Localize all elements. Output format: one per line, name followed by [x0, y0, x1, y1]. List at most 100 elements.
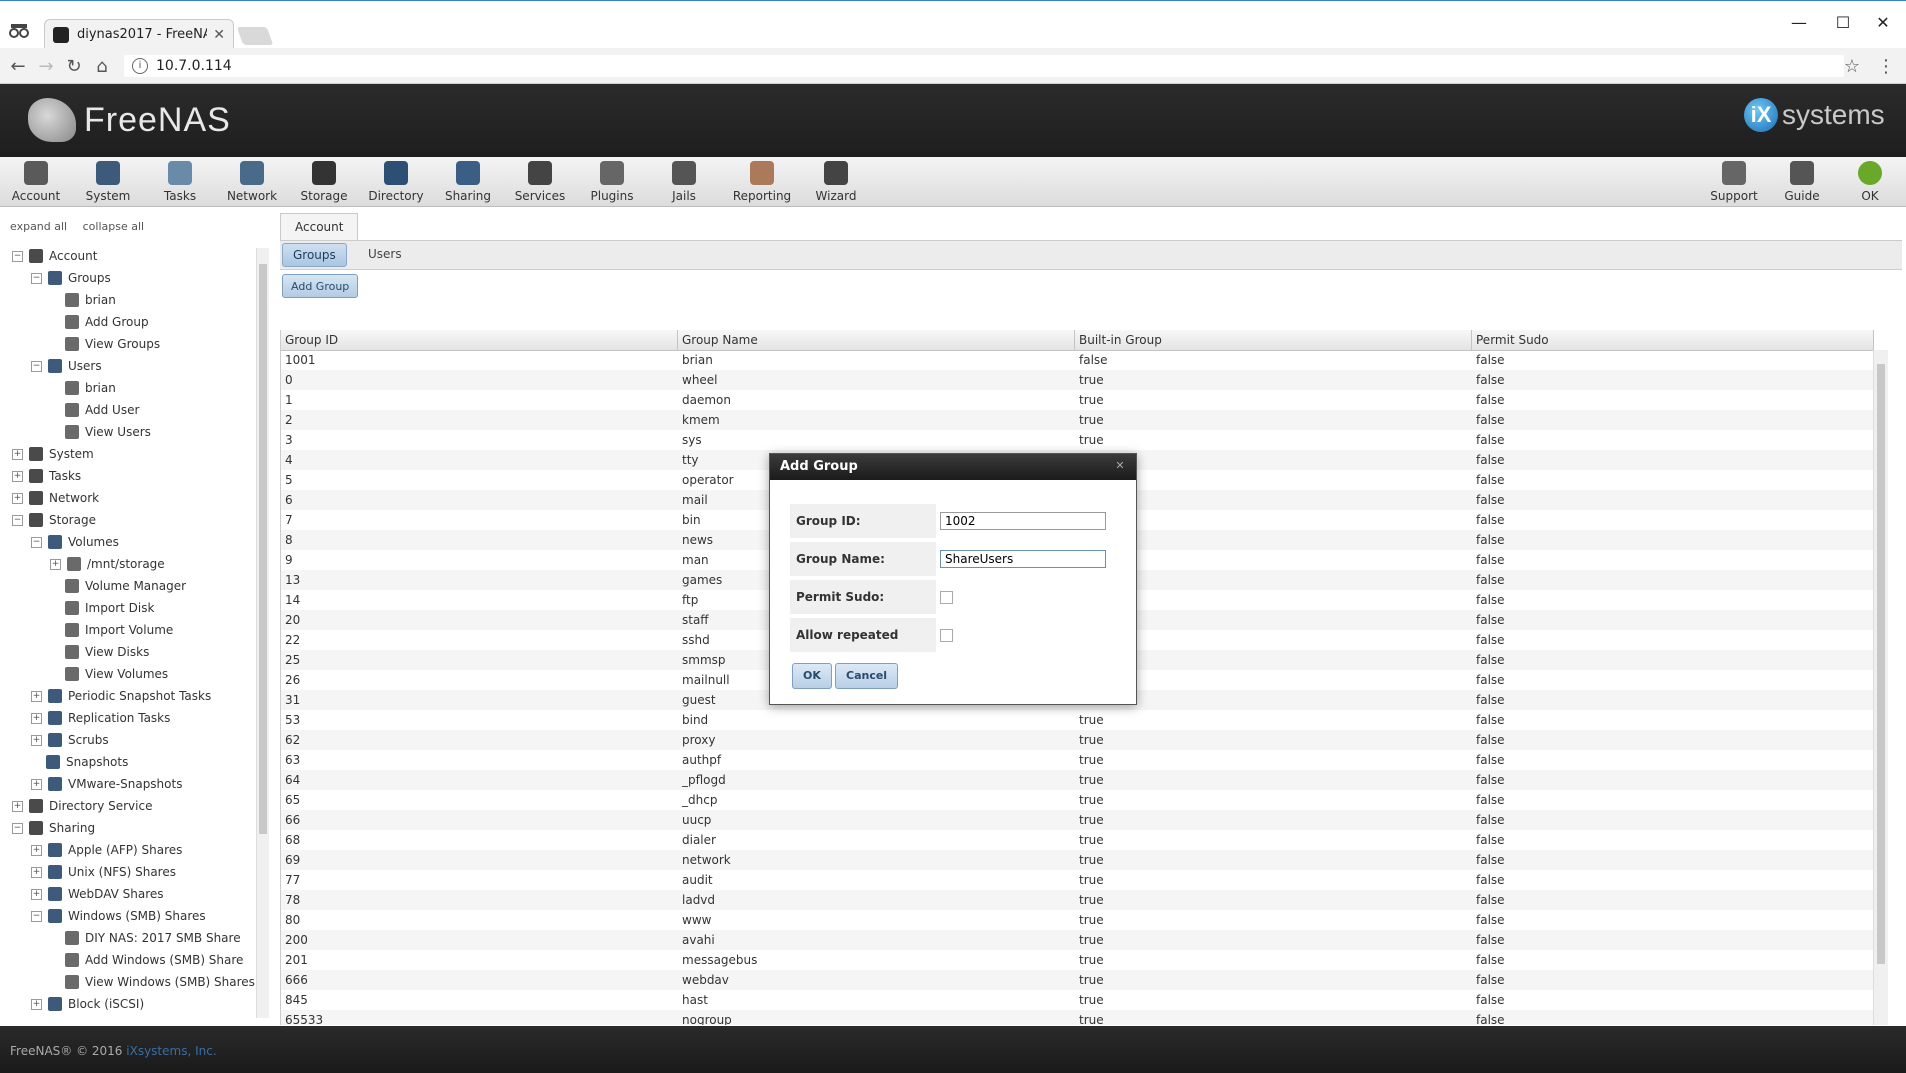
- tree-item-block-iscsi[interactable]: + Block (iSCSI): [31, 993, 144, 1015]
- tree-item-view-windows-smb-shares[interactable]: View Windows (SMB) Shares: [50, 971, 255, 993]
- tree-item-view-volumes[interactable]: View Volumes: [50, 663, 168, 685]
- tree-item-users[interactable]: − Users: [31, 355, 102, 377]
- column-header-permit-sudo[interactable]: Permit Sudo: [1472, 330, 1874, 350]
- ok-button[interactable]: OK: [792, 663, 832, 689]
- collapse-all-link[interactable]: collapse all: [83, 220, 144, 233]
- info-icon[interactable]: i: [132, 58, 148, 74]
- table-row[interactable]: 845 hast true false: [281, 990, 1874, 1010]
- tree-item-scrubs[interactable]: + Scrubs: [31, 729, 109, 751]
- toolbar-reporting-button[interactable]: Reporting: [730, 159, 794, 205]
- tree-item-brian[interactable]: brian: [50, 289, 116, 311]
- tree-item-account[interactable]: − Account: [12, 245, 97, 267]
- table-row[interactable]: 3 sys true false: [281, 430, 1874, 450]
- tree-item-apple-afp-shares[interactable]: + Apple (AFP) Shares: [31, 839, 182, 861]
- table-row[interactable]: 200 avahi true false: [281, 930, 1874, 950]
- expand-icon[interactable]: +: [50, 558, 61, 570]
- tree-item-windows-smb-shares[interactable]: − Windows (SMB) Shares: [31, 905, 206, 927]
- group-id-input[interactable]: [940, 512, 1106, 530]
- cancel-button[interactable]: Cancel: [835, 663, 899, 689]
- expand-icon[interactable]: +: [31, 734, 42, 746]
- bookmark-star-icon[interactable]: ☆: [1838, 52, 1866, 80]
- table-row[interactable]: 62 proxy true false: [281, 730, 1874, 750]
- subtab-users[interactable]: Users: [358, 243, 412, 265]
- table-row[interactable]: 69 network true false: [281, 850, 1874, 870]
- collapse-icon[interactable]: −: [31, 360, 42, 372]
- subtab-groups[interactable]: Groups: [282, 243, 347, 267]
- column-header-group-name[interactable]: Group Name: [678, 330, 1075, 350]
- expand-icon[interactable]: +: [31, 712, 42, 724]
- new-tab-button[interactable]: [236, 27, 274, 45]
- url-field[interactable]: i 10.7.0.114: [124, 55, 1844, 77]
- sidebar-scrollbar[interactable]: [256, 248, 269, 1018]
- toolbar-sharing-button[interactable]: Sharing: [436, 159, 500, 205]
- expand-icon[interactable]: +: [12, 492, 23, 504]
- table-row[interactable]: 65 _dhcp true false: [281, 790, 1874, 810]
- expand-icon[interactable]: +: [12, 470, 23, 482]
- tree-item-directory-service[interactable]: + Directory Service: [12, 795, 152, 817]
- tree-item-network[interactable]: + Network: [12, 487, 99, 509]
- company-link[interactable]: iXsystems, Inc.: [126, 1044, 216, 1058]
- expand-icon[interactable]: +: [31, 866, 42, 878]
- tree-item-view-disks[interactable]: View Disks: [50, 641, 149, 663]
- tree-item-system[interactable]: + System: [12, 443, 94, 465]
- tree-item-add-windows-smb-share[interactable]: Add Windows (SMB) Share: [50, 949, 243, 971]
- tree-item-view-groups[interactable]: View Groups: [50, 333, 160, 355]
- tree-item-import-volume[interactable]: Import Volume: [50, 619, 173, 641]
- toolbar-support-button[interactable]: Support: [1702, 159, 1766, 205]
- collapse-icon[interactable]: −: [31, 272, 42, 284]
- browser-menu-icon[interactable]: ⋮: [1872, 52, 1900, 80]
- table-row[interactable]: 66 uucp true false: [281, 810, 1874, 830]
- tree-item-webdav-shares[interactable]: + WebDAV Shares: [31, 883, 164, 905]
- tree-item-groups[interactable]: − Groups: [31, 267, 111, 289]
- expand-icon[interactable]: +: [12, 800, 23, 812]
- tree-item-view-users[interactable]: View Users: [50, 421, 151, 443]
- collapse-icon[interactable]: −: [12, 822, 23, 834]
- toolbar-storage-button[interactable]: Storage: [292, 159, 356, 205]
- table-row[interactable]: 63 authpf true false: [281, 750, 1874, 770]
- table-scrollbar[interactable]: [1873, 350, 1888, 1025]
- table-row[interactable]: 666 webdav true false: [281, 970, 1874, 990]
- collapse-icon[interactable]: −: [31, 536, 42, 548]
- expand-icon[interactable]: +: [12, 448, 23, 460]
- table-row[interactable]: 2 kmem true false: [281, 410, 1874, 430]
- toolbar-services-button[interactable]: Services: [508, 159, 572, 205]
- forward-icon[interactable]: →: [32, 52, 60, 80]
- toolbar-tasks-button[interactable]: Tasks: [148, 159, 212, 205]
- tree-item-unix-nfs-shares[interactable]: + Unix (NFS) Shares: [31, 861, 176, 883]
- table-row[interactable]: 80 www true false: [281, 910, 1874, 930]
- toolbar-guide-button[interactable]: Guide: [1770, 159, 1834, 205]
- tree-item-replication-tasks[interactable]: + Replication Tasks: [31, 707, 170, 729]
- column-header-group-id[interactable]: Group ID: [281, 330, 678, 350]
- group-name-input[interactable]: [940, 550, 1106, 568]
- expand-all-link[interactable]: expand all: [10, 220, 67, 233]
- table-row[interactable]: 68 dialer true false: [281, 830, 1874, 850]
- expand-icon[interactable]: +: [31, 844, 42, 856]
- repeated-gids-checkbox[interactable]: [940, 629, 953, 642]
- add-group-button[interactable]: Add Group: [282, 274, 359, 298]
- toolbar-account-button[interactable]: Account: [4, 159, 68, 205]
- toolbar-wizard-button[interactable]: Wizard: [804, 159, 868, 205]
- column-header-builtin[interactable]: Built-in Group: [1075, 330, 1472, 350]
- table-row[interactable]: 64 _pflogd true false: [281, 770, 1874, 790]
- permit-sudo-checkbox[interactable]: [940, 591, 953, 604]
- collapse-icon[interactable]: −: [31, 910, 42, 922]
- dialog-close-icon[interactable]: ✕: [1114, 460, 1126, 472]
- tree-item-periodic-snapshot-tasks[interactable]: + Periodic Snapshot Tasks: [31, 685, 211, 707]
- toolbar-plugins-button[interactable]: Plugins: [580, 159, 644, 205]
- collapse-icon[interactable]: −: [12, 514, 23, 526]
- table-row[interactable]: 77 audit true false: [281, 870, 1874, 890]
- home-icon[interactable]: ⌂: [88, 52, 116, 80]
- toolbar-network-button[interactable]: Network: [220, 159, 284, 205]
- tree-item-snapshots[interactable]: Snapshots: [31, 751, 128, 773]
- toolbar-jails-button[interactable]: Jails: [652, 159, 716, 205]
- table-row[interactable]: 65533 nogroup true false: [281, 1010, 1874, 1025]
- expand-icon[interactable]: +: [31, 778, 42, 790]
- tree-item-storage[interactable]: − Storage: [12, 509, 96, 531]
- expand-icon[interactable]: +: [31, 690, 42, 702]
- table-row[interactable]: 53 bind true false: [281, 710, 1874, 730]
- close-window-icon[interactable]: ✕: [1860, 7, 1906, 37]
- tree-item-mnt-storage[interactable]: + /mnt/storage: [50, 553, 165, 575]
- toolbar-system-button[interactable]: System: [76, 159, 140, 205]
- table-row[interactable]: 0 wheel true false: [281, 370, 1874, 390]
- reload-icon[interactable]: ↻: [60, 52, 88, 80]
